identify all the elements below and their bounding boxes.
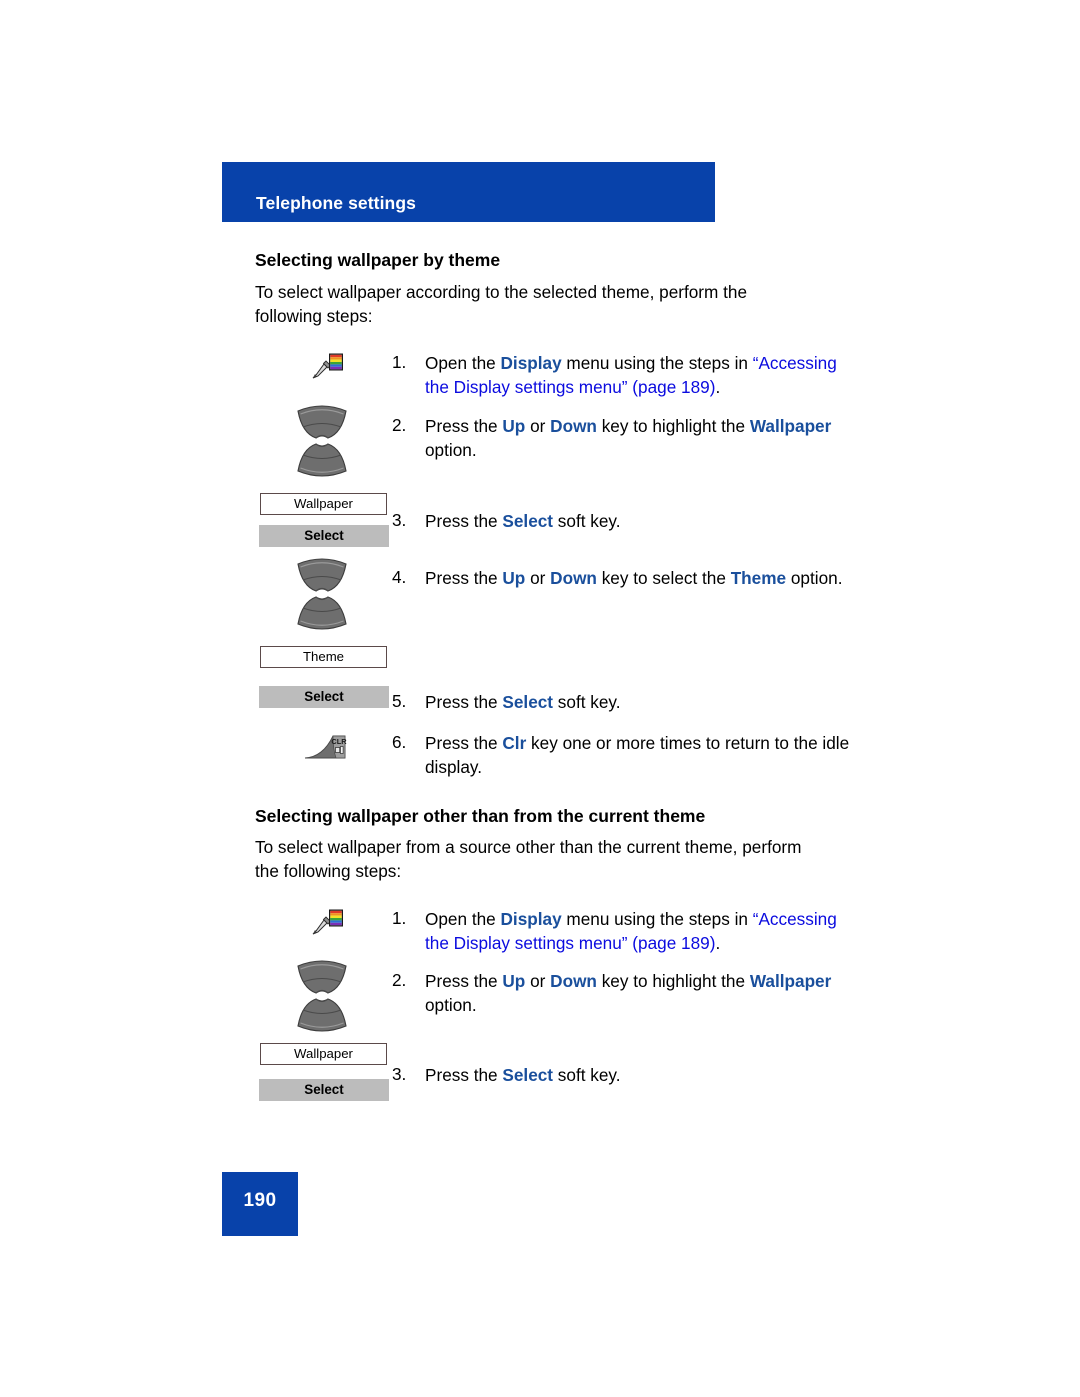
navigation-rocker-icon: [294, 405, 350, 477]
display-settings-icon: [311, 352, 345, 380]
step-keyword-wallpaper: Wallpaper: [749, 971, 832, 991]
section-heading-1: Selecting wallpaper by theme: [255, 250, 501, 270]
step-text-plain: Press the: [425, 692, 503, 712]
step-keyword-up: Up: [502, 416, 526, 436]
step-keyword: Display: [500, 909, 562, 929]
step-text-plain: Press the: [425, 416, 503, 436]
step-keyword-down: Down: [550, 568, 597, 588]
step-text-plain: option.: [425, 439, 477, 460]
step-text-plain: Open the: [425, 909, 501, 929]
lcd-menu-item-wallpaper: Wallpaper: [260, 1043, 387, 1065]
step-text: Press the Up or Down key to highlight th…: [425, 415, 855, 462]
softkey-select[interactable]: Select: [259, 525, 389, 547]
step-text-plain: key to highlight the: [596, 416, 750, 436]
navigation-rocker-icon: [294, 558, 350, 630]
step-number: 2.: [392, 970, 407, 990]
step-text-plain: Press the: [425, 733, 503, 753]
step-text-plain: or: [525, 416, 551, 436]
softkey-select[interactable]: Select: [259, 686, 389, 708]
step-text-plain: .: [715, 376, 721, 397]
step-keyword-down: Down: [550, 971, 597, 991]
step-text: Press the Up or Down key to select the T…: [425, 567, 855, 591]
softkey-select[interactable]: Select: [259, 1079, 389, 1101]
step-text: Press the Up or Down key to highlight th…: [425, 970, 855, 1017]
chapter-title: Telephone settings: [256, 193, 416, 213]
step-number: 1.: [392, 908, 407, 928]
step-keyword-clr: Clr: [502, 733, 527, 753]
display-settings-icon: [311, 908, 345, 936]
lcd-menu-item-wallpaper: Wallpaper: [260, 493, 387, 515]
step-text-plain: option.: [786, 568, 843, 588]
step-text-plain: or: [525, 971, 551, 991]
step-keyword-select: Select: [502, 692, 554, 712]
section-intro-1: To select wallpaper according to the sel…: [255, 282, 748, 326]
step-keyword-select: Select: [502, 1065, 554, 1085]
navigation-rocker-icon: [294, 960, 350, 1032]
chapter-header-banner: Telephone settings: [222, 162, 715, 222]
step-text-plain: soft key.: [553, 1065, 621, 1085]
step-text: Press the Select soft key.: [425, 510, 855, 534]
step-text-plain: Press the: [425, 1065, 503, 1085]
step-text-plain: soft key.: [553, 511, 621, 531]
step-text-plain: .: [715, 932, 721, 953]
step-text: Press the Clr key one or more times to r…: [425, 732, 855, 779]
document-page: Telephone settings Selecting wallpaper b…: [0, 0, 1080, 1397]
step-text-plain: Press the: [425, 511, 503, 531]
step-text-plain: or: [525, 568, 551, 588]
step-keyword-down: Down: [550, 416, 597, 436]
step-text-plain: menu using the steps in: [561, 353, 753, 373]
step-number: 3.: [392, 1064, 407, 1084]
section-heading-2: Selecting wallpaper other than from the …: [255, 806, 706, 826]
step-number: 1.: [392, 352, 407, 372]
step-text-plain: key to highlight the: [596, 971, 750, 991]
step-text: Open the Display menu using the steps in…: [425, 908, 855, 955]
step-number: 5.: [392, 691, 407, 711]
step-text-plain: Open the: [425, 353, 501, 373]
section-intro-2: To select wallpaper from a source other …: [255, 837, 802, 881]
step-number: 6.: [392, 732, 407, 752]
step-text-plain: Press the: [425, 568, 503, 588]
step-number: 3.: [392, 510, 407, 530]
step-text: Press the Select soft key.: [425, 1064, 855, 1088]
step-keyword-up: Up: [502, 971, 526, 991]
step-keyword: Display: [500, 353, 562, 373]
svg-text:CLR: CLR: [331, 737, 347, 746]
step-text: Open the Display menu using the steps in…: [425, 352, 855, 399]
step-keyword-wallpaper: Wallpaper: [749, 416, 832, 436]
step-keyword-select: Select: [502, 511, 554, 531]
lcd-menu-item-theme: Theme: [260, 646, 387, 668]
step-text: Press the Select soft key.: [425, 691, 855, 715]
step-text-plain: menu using the steps in: [561, 909, 753, 929]
page-number-box: 190: [222, 1172, 298, 1236]
page-number: 190: [243, 1190, 277, 1211]
step-text-plain: Press the: [425, 971, 503, 991]
step-text-plain: key to select the: [596, 568, 731, 588]
step-text-plain: soft key.: [553, 692, 621, 712]
clr-key-icon: CLR: [303, 731, 349, 761]
step-keyword-theme: Theme: [730, 568, 787, 588]
step-number: 2.: [392, 415, 407, 435]
step-text-plain: option.: [425, 994, 477, 1015]
step-number: 4.: [392, 567, 407, 587]
step-keyword-up: Up: [502, 568, 526, 588]
